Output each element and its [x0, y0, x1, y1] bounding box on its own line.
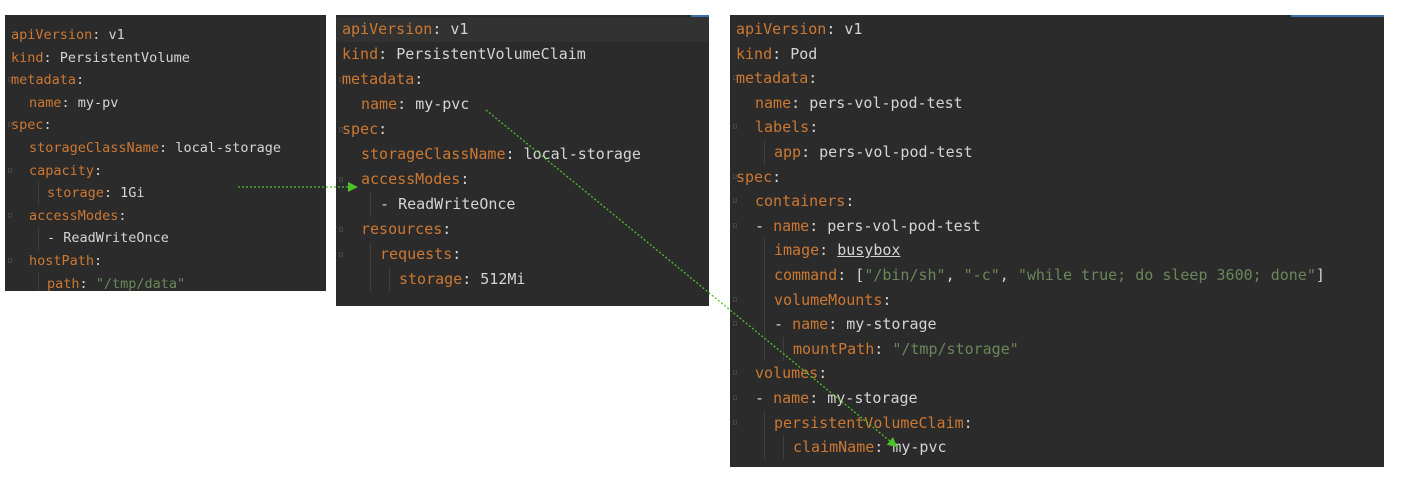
- connector-arrows: [238, 109, 898, 448]
- arrow-pvc-to-pod: [485, 109, 898, 448]
